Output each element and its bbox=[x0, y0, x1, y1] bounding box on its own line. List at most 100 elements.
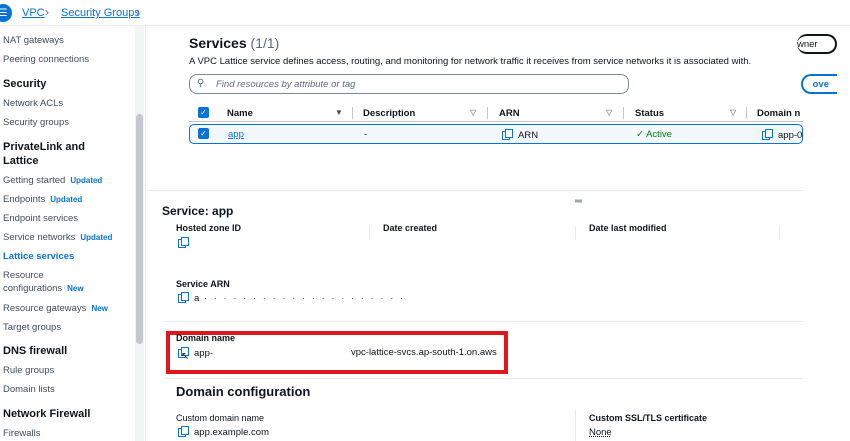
section-divider bbox=[164, 321, 803, 322]
date-modified-label: Date last modified bbox=[589, 223, 667, 233]
row-checkbox[interactable]: ✓ bbox=[198, 128, 209, 139]
column-description[interactable]: Description bbox=[363, 108, 415, 119]
sort-icon[interactable]: ▽ bbox=[606, 108, 612, 117]
new-badge: New bbox=[91, 304, 108, 313]
sidebar-section-security[interactable]: Security bbox=[3, 78, 46, 90]
column-divider[interactable] bbox=[746, 107, 747, 119]
sidebar-item-label: Service networks bbox=[3, 232, 76, 243]
sidebar-item-service-networks[interactable]: Service networks Updated bbox=[3, 232, 112, 243]
hosted-zone-value bbox=[178, 237, 194, 249]
breadcrumb-security-groups[interactable]: Security Groups bbox=[61, 7, 140, 19]
service-name-link[interactable]: app bbox=[228, 129, 244, 140]
ssl-cert-label: Custom SSL/TLS certificate bbox=[589, 413, 708, 423]
sidebar-section-privatelink[interactable]: PrivateLink and bbox=[3, 141, 85, 153]
updated-badge: Updated bbox=[50, 195, 83, 204]
breadcrumb-vpc[interactable]: VPC bbox=[22, 7, 45, 19]
search-input[interactable]: ⚲ Find resources by attribute or tag bbox=[189, 74, 629, 94]
breadcrumb: ☰ VPC › Security Groups › bbox=[0, 0, 850, 26]
main-content: Services (1/1) A VPC Lattice service def… bbox=[147, 26, 850, 441]
menu-icon[interactable]: ☰ bbox=[0, 4, 12, 22]
remove-button[interactable]: ove bbox=[801, 74, 837, 94]
updated-badge: Updated bbox=[70, 176, 103, 185]
date-created-label: Date created bbox=[383, 223, 438, 233]
service-arn: ARN bbox=[502, 129, 538, 141]
sidebar-item-network-acls[interactable]: Network ACLs bbox=[3, 98, 63, 109]
service-detail-title: Service: app bbox=[162, 204, 234, 218]
owner-button[interactable]: wner bbox=[797, 34, 837, 54]
updated-badge: Updated bbox=[80, 233, 113, 242]
sidebar-item-resource-configurations[interactable]: Resource bbox=[3, 270, 44, 281]
select-all-checkbox[interactable]: ✓ bbox=[198, 107, 209, 118]
chevron-right-icon: › bbox=[136, 5, 140, 19]
column-divider[interactable] bbox=[487, 107, 488, 119]
sidebar-item-rule-groups[interactable]: Rule groups bbox=[3, 365, 54, 376]
sidebar-item-domain-lists[interactable]: Domain lists bbox=[3, 384, 55, 395]
sidebar-item-label: Resource gateways bbox=[3, 303, 87, 314]
search-icon: ⚲ bbox=[197, 78, 205, 89]
sidebar-item-label: Getting started bbox=[3, 175, 66, 186]
service-description: - bbox=[364, 129, 368, 140]
sidebar-item-endpoints[interactable]: Endpoints Updated bbox=[3, 194, 82, 205]
sidebar-item-security-groups[interactable]: Security groups bbox=[3, 117, 69, 128]
column-divider bbox=[575, 226, 576, 240]
sidebar-item-resource-gateways[interactable]: Resource gateways New bbox=[3, 303, 108, 314]
column-divider[interactable] bbox=[352, 107, 353, 119]
copy-icon[interactable] bbox=[762, 129, 773, 140]
column-status[interactable]: Status bbox=[635, 108, 664, 119]
sidebar-item-peering-connections[interactable]: Peering connections bbox=[3, 54, 89, 65]
hosted-zone-label: Hosted zone ID bbox=[176, 223, 242, 233]
services-heading: Services (1/1) bbox=[189, 35, 279, 51]
sidebar-section-dns-firewall[interactable]: DNS firewall bbox=[3, 345, 67, 357]
owner-button-label: wner bbox=[797, 38, 818, 50]
column-divider bbox=[575, 409, 576, 441]
ssl-cert-value: None bbox=[589, 427, 612, 438]
column-divider bbox=[369, 226, 370, 240]
remove-button-label: ove bbox=[812, 78, 829, 90]
copy-icon[interactable] bbox=[178, 292, 189, 303]
sidebar-scrollbar-thumb[interactable] bbox=[136, 114, 143, 344]
split-divider[interactable] bbox=[147, 190, 803, 191]
check-circle-icon: ✓ bbox=[636, 129, 644, 140]
copy-icon[interactable] bbox=[178, 237, 189, 248]
sidebar-item-resource-configurations-2[interactable]: configurations New bbox=[3, 283, 84, 294]
service-arn-label: Service ARN bbox=[176, 279, 230, 289]
sidebar-item-target-groups[interactable]: Target groups bbox=[3, 322, 61, 333]
domain-name-label: Domain name bbox=[176, 333, 236, 343]
sort-icon[interactable]: ▽ bbox=[730, 108, 736, 117]
copy-icon[interactable] bbox=[502, 129, 513, 140]
table-row[interactable]: ✓ app - ARN ✓ Active app-0 bbox=[189, 124, 803, 144]
sidebar-item-endpoint-services[interactable]: Endpoint services bbox=[3, 213, 78, 224]
sidebar-item-getting-started[interactable]: Getting started Updated bbox=[3, 175, 102, 186]
section-divider bbox=[164, 378, 803, 379]
domain-name-suffix: vpc-lattice-svcs.ap-south-1.on.aws bbox=[351, 347, 497, 358]
sidebar-item-label: configurations bbox=[3, 283, 63, 294]
arn-text: ARN bbox=[518, 130, 539, 141]
sidebar-item-lattice-services[interactable]: Lattice services bbox=[3, 251, 74, 262]
domain-text: app-0 bbox=[778, 130, 803, 141]
sidebar-section-network-firewall[interactable]: Network Firewall bbox=[3, 408, 90, 420]
sort-descending-icon[interactable]: ▼ bbox=[335, 108, 343, 117]
sidebar: NAT gateways Peering connections Securit… bbox=[0, 26, 146, 441]
domain-configuration-title: Domain configuration bbox=[176, 384, 311, 399]
copy-icon[interactable] bbox=[178, 426, 189, 437]
chevron-right-icon: › bbox=[45, 5, 49, 19]
table-header: ✓ Name ▼ Description ▽ ARN ▽ Status ▽ Do… bbox=[189, 104, 803, 122]
service-arn-value: a · · · · · · · · · · · · · · · · · · · … bbox=[178, 292, 405, 304]
sort-icon[interactable]: ▽ bbox=[470, 108, 476, 117]
drag-handle-icon[interactable]: ═ bbox=[575, 196, 582, 207]
sidebar-item-firewalls[interactable]: Firewalls bbox=[3, 428, 40, 439]
column-divider[interactable] bbox=[623, 107, 624, 119]
service-detail-panel: Hosted zone ID Date created Date last mo… bbox=[164, 223, 803, 441]
services-description: A VPC Lattice service defines access, ro… bbox=[189, 56, 752, 67]
custom-domain-value: app.example.com bbox=[178, 426, 269, 438]
sidebar-section-lattice[interactable]: Lattice bbox=[3, 155, 38, 167]
search-placeholder: Find resources by attribute or tag bbox=[216, 79, 356, 90]
column-arn[interactable]: ARN bbox=[499, 108, 520, 119]
sidebar-item-nat-gateways[interactable]: NAT gateways bbox=[3, 35, 64, 46]
status-text: Active bbox=[646, 129, 672, 140]
services-count: (1/1) bbox=[250, 35, 280, 51]
redacted-text: · · · · · · · · · · · · · · · · · · · · … bbox=[199, 293, 406, 304]
column-domain[interactable]: Domain n bbox=[757, 108, 800, 119]
mouse-cursor-icon: ↖ bbox=[181, 351, 190, 362]
column-name[interactable]: Name bbox=[227, 108, 253, 119]
